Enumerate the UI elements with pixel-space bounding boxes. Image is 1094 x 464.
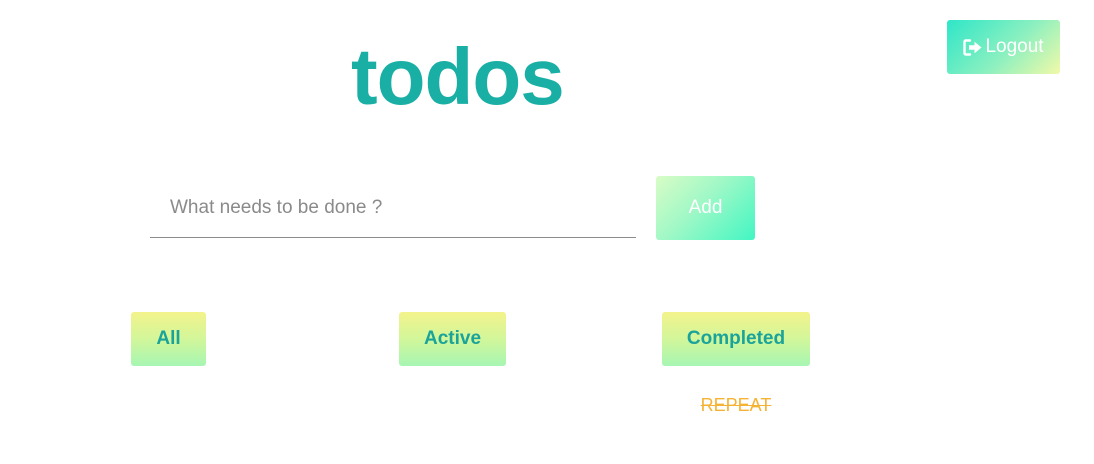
- app-title: todos: [351, 32, 565, 121]
- filter-all-button[interactable]: All: [131, 312, 206, 366]
- todo-list: REPEAT: [662, 392, 810, 418]
- add-button[interactable]: Add: [656, 176, 755, 240]
- logout-label: Logout: [985, 36, 1044, 57]
- filter-completed-button[interactable]: Completed: [662, 312, 810, 366]
- new-todo-input[interactable]: [150, 178, 636, 238]
- todo-item[interactable]: REPEAT: [662, 392, 810, 418]
- sign-out-icon: [963, 38, 984, 56]
- todo-app: Logout todos Add All Active Completed RE…: [0, 0, 1094, 464]
- filter-active-button[interactable]: Active: [399, 312, 506, 366]
- logout-button[interactable]: Logout: [947, 20, 1060, 74]
